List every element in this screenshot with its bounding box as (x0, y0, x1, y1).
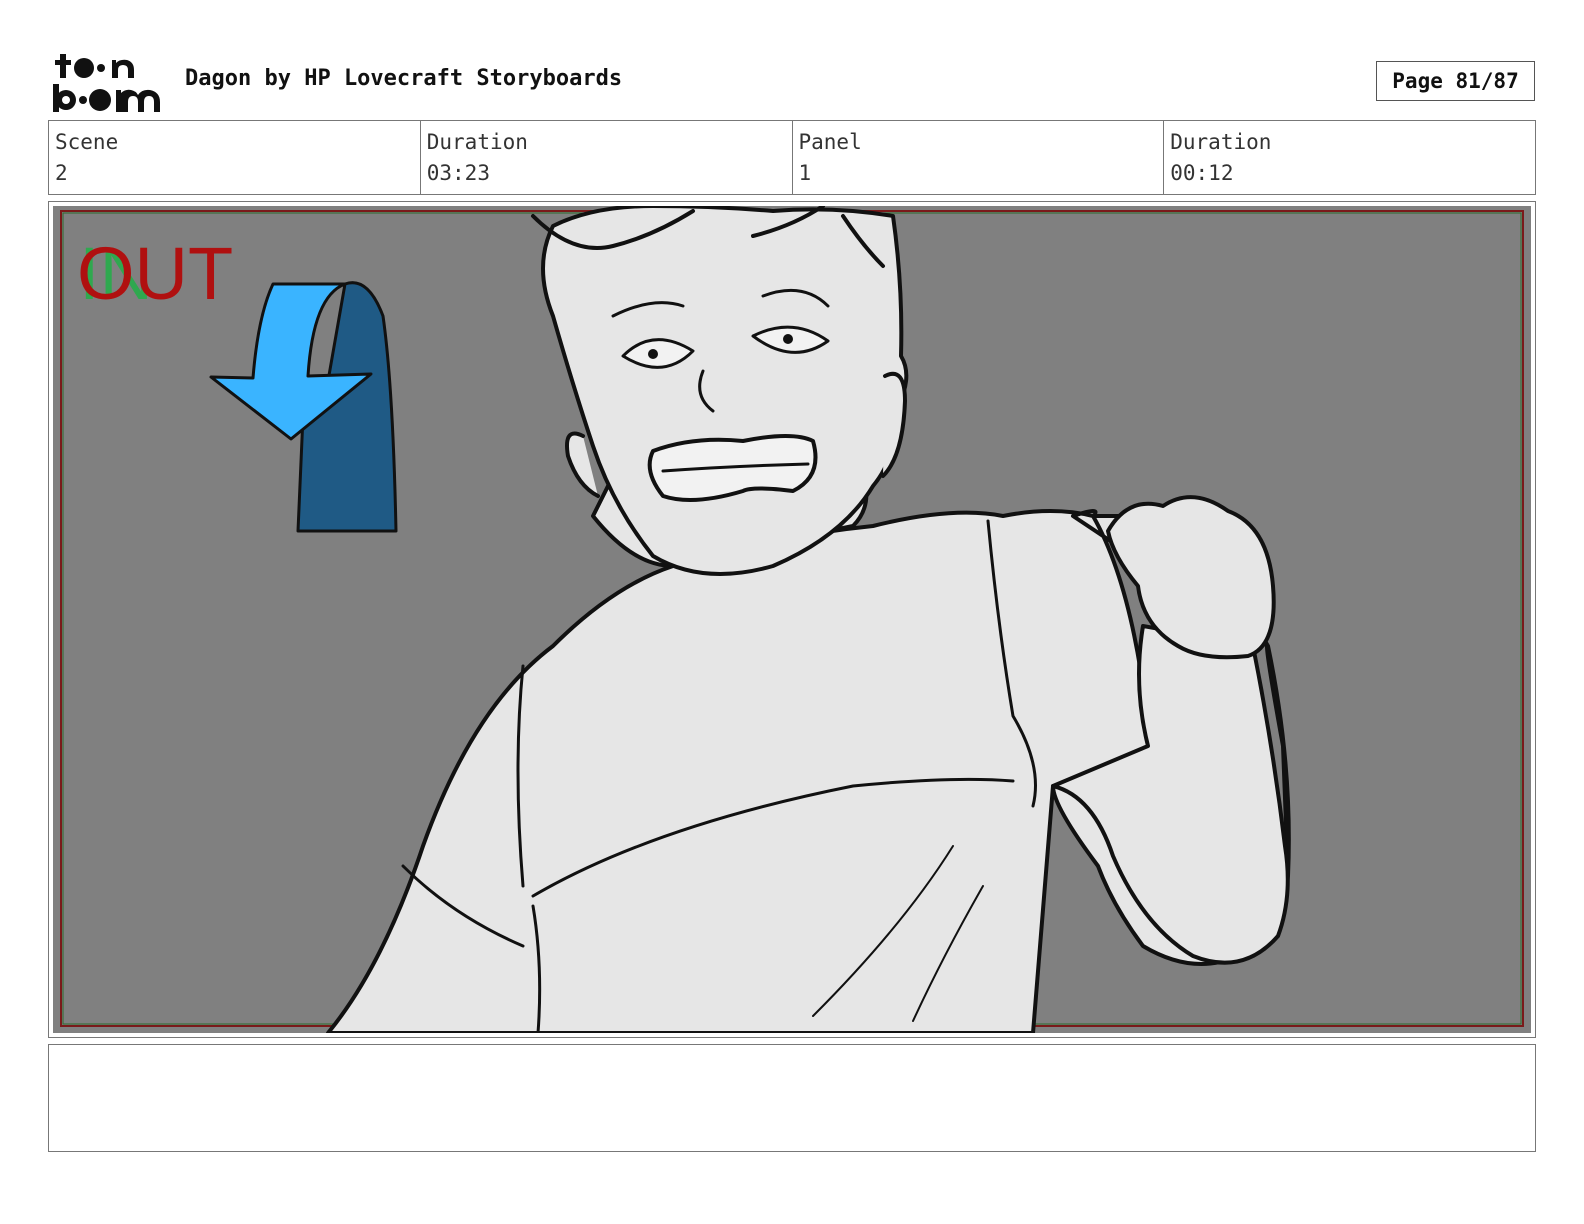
panel-label: Panel (798, 130, 862, 154)
toon-boom-logo (53, 54, 160, 112)
storyboard-title: Dagon by HP Lovecraft Storyboards (185, 66, 623, 91)
logo-lettering (53, 54, 160, 112)
scene-cell: Scene 2 (49, 121, 421, 194)
panel-notes-box (48, 1044, 1536, 1152)
storyboard-panel: IN OUT (48, 201, 1536, 1038)
scene-value: 2 (55, 161, 68, 185)
right-pupil (783, 334, 793, 344)
scene-label: Scene (55, 130, 119, 154)
panel-duration-cell: Duration 00:12 (1164, 121, 1535, 194)
scene-duration-cell: Duration 03:23 (421, 121, 793, 194)
transition-out-label: OUT (77, 232, 233, 315)
scene-info-row: Scene 2 Duration 03:23 Panel 1 Duration … (48, 120, 1536, 195)
left-pupil (648, 349, 658, 359)
page-indicator: Page 81/87 (1376, 61, 1535, 101)
panel-duration-label: Duration (1170, 130, 1272, 154)
panel-cell: Panel 1 (793, 121, 1165, 194)
panel-drawing: IN OUT (53, 206, 1531, 1033)
scene-duration-value: 03:23 (426, 161, 490, 185)
scene-duration-label: Duration (426, 130, 528, 154)
panel-value: 1 (798, 161, 812, 185)
panel-duration-value: 00:12 (1170, 161, 1234, 185)
